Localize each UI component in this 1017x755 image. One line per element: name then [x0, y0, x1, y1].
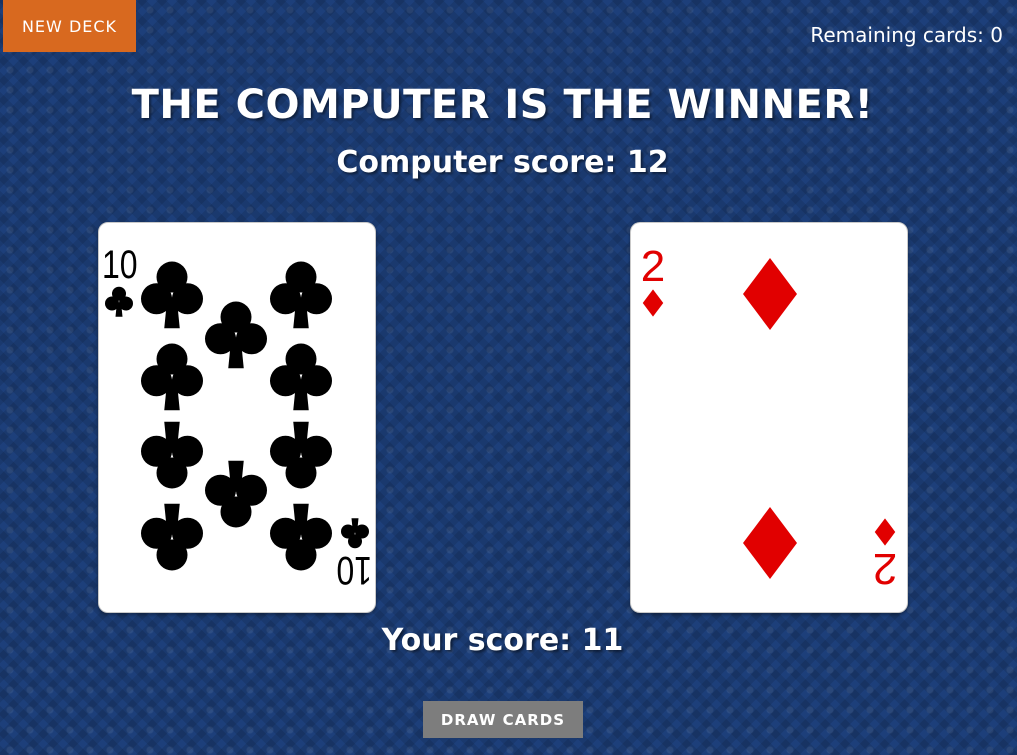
- new-deck-button[interactable]: NEW DECK: [3, 0, 136, 52]
- diamond-corner-icon: [874, 518, 896, 546]
- result-title: THE COMPUTER IS THE WINNER!: [131, 82, 874, 128]
- club-pip-icon: [270, 503, 332, 571]
- diamond-pip-icon: [743, 507, 797, 579]
- remaining-cards-label: Remaining cards:: [810, 23, 984, 47]
- remaining-cards-counter: Remaining cards: 0: [810, 23, 1003, 47]
- club-pip-icon: [205, 301, 267, 369]
- player-card: 2 2: [630, 222, 908, 613]
- computer-card: 10 10: [98, 222, 376, 613]
- computer-score-label: Computer score:: [336, 145, 617, 180]
- two-of-diamonds-card-face: 2 2: [641, 242, 897, 593]
- club-pip-icon: [270, 261, 332, 329]
- ten-of-clubs-card-face: 10 10: [102, 242, 372, 594]
- card-rank-bottom: 10: [336, 548, 372, 593]
- club-pip-icon: [141, 343, 203, 411]
- club-pip-icon: [205, 460, 267, 528]
- player-score: Your score: 11: [0, 623, 1005, 658]
- club-pip-icon: [270, 421, 332, 489]
- remaining-cards-count: 0: [990, 23, 1003, 47]
- card-rank-top: 10: [102, 242, 138, 287]
- card-rank-top: 2: [641, 242, 665, 291]
- player-score-value: 11: [581, 623, 624, 658]
- club-corner-icon: [105, 286, 133, 317]
- draw-cards-button[interactable]: DRAW CARDS: [423, 701, 583, 738]
- club-pip-icon: [141, 503, 203, 571]
- club-pip-icon: [141, 261, 203, 329]
- diamond-pip-icon: [743, 258, 797, 330]
- player-score-label: Your score:: [381, 623, 572, 658]
- club-corner-icon: [341, 518, 369, 549]
- diamond-corner-icon: [642, 289, 664, 317]
- card-rank-bottom: 2: [873, 544, 897, 593]
- computer-score: Computer score: 12: [0, 145, 1005, 180]
- computer-score-value: 12: [626, 145, 669, 180]
- club-pip-icon: [141, 421, 203, 489]
- club-pip-icon: [270, 343, 332, 411]
